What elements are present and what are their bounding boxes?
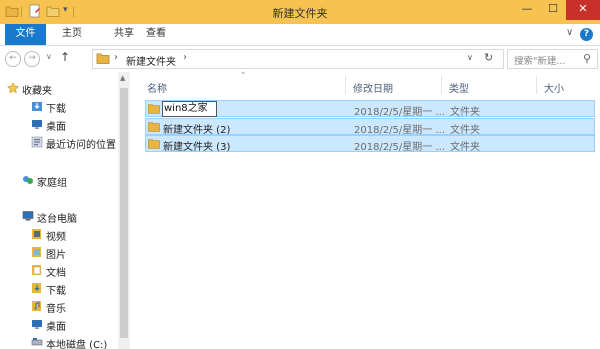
- address-bar[interactable]: › 新建文件夹 › ∨ ↻: [92, 49, 504, 69]
- name-cell: 新建文件夹 (3): [163, 142, 231, 153]
- scrollbar-thumb[interactable]: [120, 88, 128, 338]
- sidebar-item-label: 文档: [46, 268, 66, 279]
- search-input[interactable]: 搜索"新建...: [514, 53, 565, 67]
- sidebar-item-desktop[interactable]: 桌面: [31, 118, 66, 134]
- up-button[interactable]: ↑: [60, 50, 70, 64]
- table-row[interactable]: win8之家 2018/2/5/星期一 ... 文件夹: [145, 100, 595, 118]
- sidebar-item-downloads[interactable]: 下载: [31, 100, 66, 116]
- sidebar-item-label: 下载: [46, 104, 66, 115]
- address-row: ← → ∨ ↑ › 新建文件夹 › ∨ ↻ 搜索"新建... ⚲: [0, 46, 600, 72]
- navigation-pane: 收藏夹 下载 桌面 最近访问的位置 家庭组 这台电脑 视频 图片 文档 下载 音…: [0, 72, 118, 349]
- videos-folder-icon: [31, 228, 43, 246]
- sidebar-item-label: 本地磁盘 (C:): [46, 340, 108, 349]
- folder-icon: [148, 138, 160, 152]
- recent-locations-dropdown[interactable]: ∨: [46, 52, 52, 61]
- sort-ascending-icon: ˄: [241, 72, 246, 82]
- sidebar-item-label: 视频: [46, 232, 66, 243]
- breadcrumb-separator[interactable]: ›: [114, 52, 118, 63]
- sidebar-item-desktop-pc[interactable]: 桌面: [31, 318, 66, 334]
- close-button[interactable]: ✕: [566, 0, 600, 20]
- tab-file[interactable]: 文件: [5, 24, 46, 45]
- file-list: ˄ 名称 修改日期 类型 大小 win8之家 2018/2/5/星期一 ... …: [131, 72, 600, 349]
- sidebar-item-this-pc[interactable]: 这台电脑: [22, 210, 77, 226]
- breadcrumb-separator[interactable]: ›: [183, 52, 187, 63]
- sidebar-item-label: 收藏夹: [22, 86, 52, 97]
- sidebar-item-videos[interactable]: 视频: [31, 228, 66, 244]
- type-cell: 文件夹: [450, 142, 480, 153]
- navigation-pane-scrollbar[interactable]: ▲: [118, 72, 130, 349]
- folder-icon: [148, 121, 160, 135]
- star-icon: [7, 82, 19, 100]
- sidebar-item-label: 家庭组: [37, 178, 67, 189]
- sidebar-item-local-disk-c[interactable]: 本地磁盘 (C:): [31, 336, 107, 349]
- sidebar-item-label: 最近访问的位置: [46, 140, 116, 151]
- type-cell: 文件夹: [450, 107, 480, 118]
- help-icon[interactable]: ?: [580, 28, 593, 41]
- scroll-up-icon[interactable]: ▲: [120, 74, 125, 82]
- sidebar-item-label: 这台电脑: [37, 214, 77, 225]
- folder-icon: [96, 52, 110, 68]
- address-dropdown-icon[interactable]: ∨: [467, 53, 473, 62]
- breadcrumb-current-folder[interactable]: 新建文件夹: [126, 53, 176, 68]
- minimize-button[interactable]: —: [514, 0, 540, 20]
- rename-input[interactable]: win8之家: [162, 101, 217, 117]
- content-area: 收藏夹 下载 桌面 最近访问的位置 家庭组 这台电脑 视频 图片 文档 下载 音…: [0, 72, 600, 349]
- forward-button[interactable]: →: [24, 51, 40, 67]
- column-header-type[interactable]: 类型: [449, 80, 469, 95]
- column-header-size[interactable]: 大小: [544, 80, 564, 95]
- column-header-modified[interactable]: 修改日期: [353, 80, 393, 95]
- sidebar-item-favorites[interactable]: 收藏夹: [7, 82, 52, 98]
- search-box[interactable]: 搜索"新建... ⚲: [507, 49, 598, 69]
- ribbon-expand-icon[interactable]: ∨: [566, 27, 573, 38]
- title-bar: ▾ 新建文件夹 — ☐ ✕: [0, 0, 600, 24]
- documents-folder-icon: [31, 264, 43, 282]
- sidebar-item-label: 图片: [46, 250, 66, 261]
- tab-home[interactable]: 主页: [55, 24, 89, 45]
- sidebar-item-pictures[interactable]: 图片: [31, 246, 66, 262]
- desktop-icon: [31, 318, 43, 336]
- sidebar-item-label: 音乐: [46, 304, 66, 315]
- homegroup-icon: [22, 174, 34, 192]
- modified-cell: 2018/2/5/星期一 ...: [354, 125, 445, 136]
- column-divider[interactable]: [441, 76, 442, 94]
- sidebar-item-documents[interactable]: 文档: [31, 264, 66, 280]
- explorer-window: ▾ 新建文件夹 — ☐ ✕ 文件 主页 共享 查看 ∨ ? ← → ∨ ↑ › …: [0, 0, 600, 349]
- computer-icon: [22, 210, 34, 228]
- modified-cell: 2018/2/5/星期一 ...: [354, 107, 445, 118]
- downloads-folder-icon: [31, 282, 43, 300]
- maximize-button[interactable]: ☐: [540, 0, 566, 20]
- modified-cell: 2018/2/5/星期一 ...: [354, 142, 445, 153]
- recent-places-icon: [31, 136, 43, 154]
- sidebar-item-downloads-pc[interactable]: 下载: [31, 282, 66, 298]
- desktop-icon: [31, 118, 43, 136]
- name-cell: 新建文件夹 (2): [163, 125, 231, 136]
- table-row[interactable]: 新建文件夹 (2) 2018/2/5/星期一 ... 文件夹: [145, 118, 595, 136]
- drive-icon: [31, 336, 43, 349]
- tab-share[interactable]: 共享: [107, 24, 141, 45]
- column-header-name[interactable]: 名称: [147, 80, 167, 95]
- column-divider[interactable]: [345, 76, 346, 94]
- folder-icon: [148, 103, 160, 117]
- sidebar-item-label: 下载: [46, 286, 66, 297]
- table-row[interactable]: 新建文件夹 (3) 2018/2/5/星期一 ... 文件夹: [145, 135, 595, 153]
- ribbon-tabs: 文件 主页 共享 查看 ∨ ?: [0, 24, 600, 46]
- sidebar-item-music[interactable]: 音乐: [31, 300, 66, 316]
- column-divider[interactable]: [536, 76, 537, 94]
- sidebar-item-label: 桌面: [46, 322, 66, 333]
- music-folder-icon: [31, 300, 43, 318]
- pictures-folder-icon: [31, 246, 43, 264]
- window-title: 新建文件夹: [272, 7, 328, 20]
- sidebar-item-recent-places[interactable]: 最近访问的位置: [31, 136, 116, 152]
- search-icon[interactable]: ⚲: [583, 52, 591, 65]
- downloads-folder-icon: [31, 100, 43, 118]
- sidebar-item-label: 桌面: [46, 122, 66, 133]
- sidebar-item-homegroup[interactable]: 家庭组: [22, 174, 67, 190]
- refresh-icon[interactable]: ↻: [484, 51, 493, 64]
- type-cell: 文件夹: [450, 125, 480, 136]
- tab-view[interactable]: 查看: [139, 24, 173, 45]
- back-button[interactable]: ←: [5, 51, 21, 67]
